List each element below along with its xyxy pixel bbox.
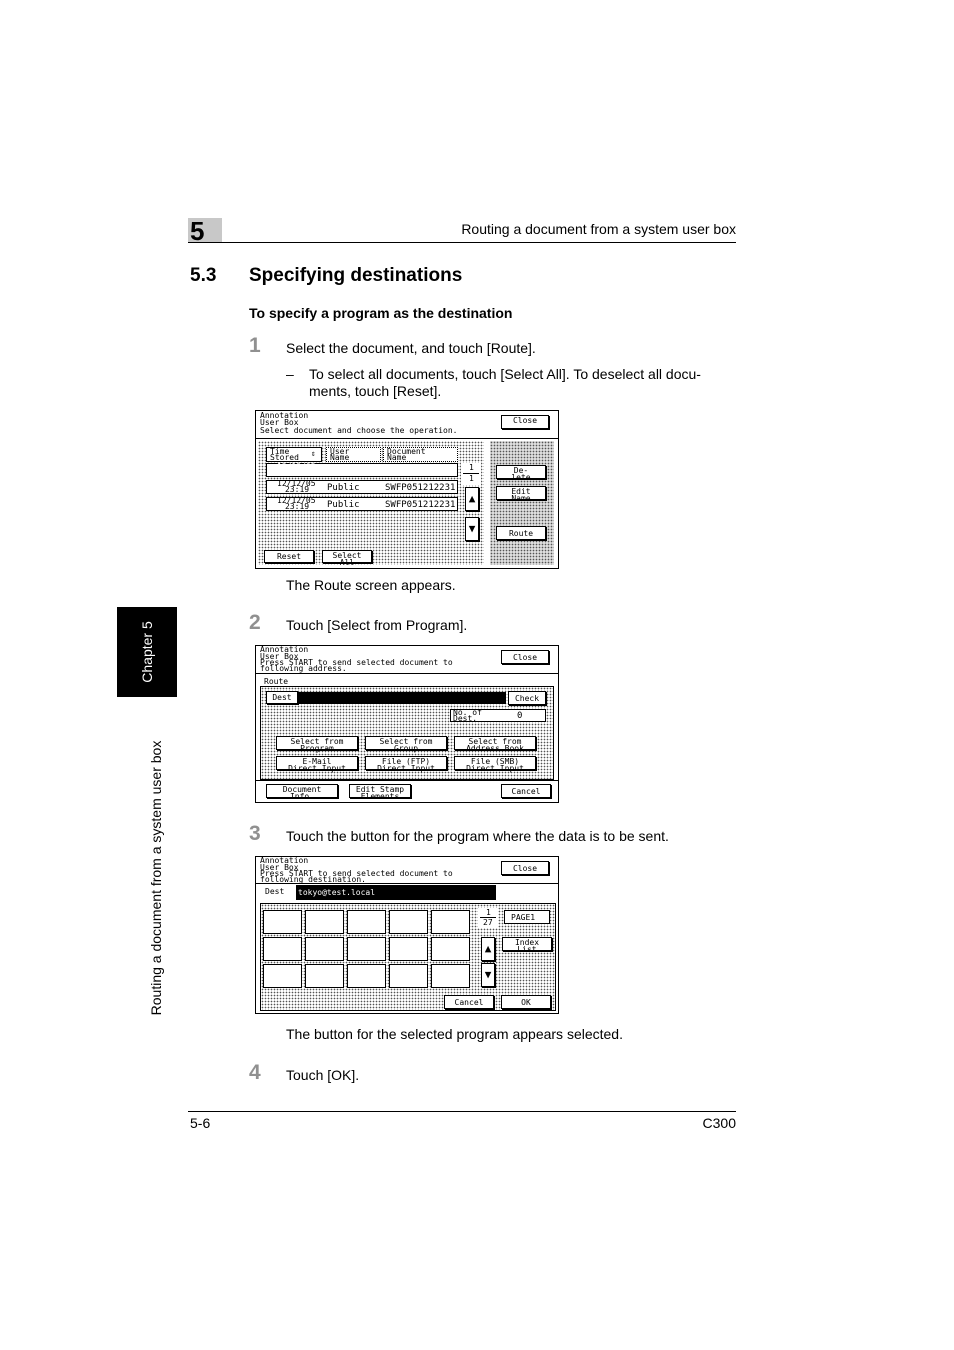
- result-text: The button for the selected program appe…: [286, 1026, 623, 1042]
- program-button[interactable]: [263, 964, 302, 988]
- reset-button[interactable]: Reset: [264, 550, 314, 563]
- scroll-up-button[interactable]: ▲: [465, 487, 479, 511]
- screen-instruction: Select document and choose the operation…: [260, 426, 458, 435]
- edit-stamp-elements-button[interactable]: Edit Stamp Elements: [349, 784, 411, 801]
- bullet-dash: –: [286, 366, 294, 382]
- chapter-tab-label: Chapter 5: [139, 621, 155, 683]
- operation-panel: [490, 441, 554, 565]
- scroll-down-button[interactable]: ▼: [465, 517, 479, 541]
- number-of-dest: No. of Dest. 0: [450, 709, 546, 723]
- step-text: Select the document, and touch [Route].: [286, 340, 536, 356]
- program-button[interactable]: [431, 964, 470, 988]
- program-button[interactable]: [305, 937, 344, 961]
- program-button[interactable]: [389, 937, 428, 961]
- program-button[interactable]: [347, 937, 386, 961]
- scroll-down-button[interactable]: ▼: [481, 963, 495, 987]
- subheading: To specify a program as the destination: [249, 305, 513, 321]
- header-rule: [188, 242, 736, 243]
- program-button[interactable]: [305, 910, 344, 934]
- ok-button[interactable]: OK: [501, 995, 551, 1009]
- column-document-name: Document Name: [383, 447, 458, 462]
- select-all-button[interactable]: Select All: [322, 550, 372, 567]
- program-button[interactable]: [389, 910, 428, 934]
- bullet-text-line2: ments, touch [Reset].: [309, 383, 442, 399]
- step-number: 4: [249, 1061, 261, 1084]
- section-number: 5.3: [190, 265, 217, 286]
- footer-rule: [188, 1111, 736, 1112]
- cancel-button[interactable]: Cancel: [501, 784, 551, 798]
- dest-field[interactable]: tokyo@test.local: [296, 885, 496, 900]
- document-info-button[interactable]: Document Info.: [266, 784, 338, 801]
- result-text: The Route screen appears.: [286, 577, 456, 593]
- program-button[interactable]: [431, 937, 470, 961]
- column-time-stored[interactable]: Time Stored ⇕: [266, 447, 322, 462]
- ftp-direct-input-button[interactable]: File (FTP) Direct Input: [365, 756, 447, 773]
- program-button[interactable]: [389, 964, 428, 988]
- arrow-up-icon: ▲: [468, 492, 476, 505]
- side-running-title: Routing a document from a system user bo…: [148, 740, 164, 1016]
- section-title: Specifying destinations: [249, 265, 463, 286]
- page-number: 5-6: [190, 1115, 211, 1131]
- scroll-up-button[interactable]: ▲: [481, 937, 495, 961]
- smb-direct-input-button[interactable]: File (SMB) Direct Input: [454, 756, 536, 773]
- program-button[interactable]: [263, 937, 302, 961]
- column-user-name: User Name: [326, 447, 381, 462]
- route-button[interactable]: Route: [496, 526, 546, 540]
- close-button[interactable]: Close: [501, 650, 549, 664]
- program-button[interactable]: [347, 964, 386, 988]
- table-row[interactable]: 12/12/05 23:19 Public SWFP051212231: [266, 497, 458, 511]
- route-label: Route: [264, 677, 289, 686]
- close-button[interactable]: Close: [501, 415, 549, 429]
- step-number: 3: [249, 822, 261, 845]
- email-direct-input-button[interactable]: E-Mail Direct Input: [276, 756, 358, 773]
- model-name: C300: [702, 1115, 736, 1131]
- screenshot-route: Annotation User Box Press START to send …: [255, 645, 559, 803]
- cancel-button[interactable]: Cancel: [444, 995, 494, 1009]
- dest-field[interactable]: [298, 692, 506, 704]
- select-from-group-button[interactable]: Select from Group: [365, 736, 447, 753]
- program-button[interactable]: [431, 910, 470, 934]
- program-button[interactable]: [347, 910, 386, 934]
- arrow-down-icon: ▼: [468, 522, 476, 535]
- dest-label: Dest: [266, 691, 298, 704]
- step-number: 2: [249, 611, 261, 634]
- bullet-text-line1: To select all documents, touch [Select A…: [309, 366, 701, 382]
- program-button[interactable]: [305, 964, 344, 988]
- page-label: PAGE1: [504, 910, 550, 924]
- delete-button[interactable]: De-lete: [496, 465, 546, 482]
- program-button-pg-01[interactable]: pg-01: [263, 910, 302, 934]
- running-title: Routing a document from a system user bo…: [461, 221, 736, 237]
- select-from-address-book-button[interactable]: Select from Address Book: [454, 736, 536, 753]
- select-from-program-button[interactable]: Select from Program: [276, 736, 358, 753]
- close-button[interactable]: Close: [501, 861, 549, 875]
- edit-name-button[interactable]: Edit Name: [496, 486, 546, 503]
- step-text: Touch [OK].: [286, 1067, 360, 1083]
- step-text: Touch the button for the program where t…: [286, 828, 669, 844]
- page-indicator: 1 27: [478, 908, 498, 928]
- page-indicator: 1 1: [461, 463, 481, 485]
- step-number: 1: [249, 334, 261, 357]
- table-row[interactable]: 12/12/05 23:19 Public SWFP051212231: [266, 480, 458, 494]
- screen-instruction-2: following address.: [260, 664, 347, 673]
- index-list-button[interactable]: Index List: [502, 937, 552, 954]
- screenshot-program-select: Annotation User Box Press START to send …: [255, 856, 559, 1014]
- check-button[interactable]: Check: [508, 691, 546, 705]
- arrow-up-icon: ▲: [484, 942, 492, 955]
- step-text: Touch [Select from Program].: [286, 617, 468, 633]
- dest-label: Dest: [265, 887, 285, 896]
- screenshot-user-box: Annotation User Box Select document and …: [255, 410, 559, 569]
- table-row[interactable]: 12/12/05 23:19 Public SWFP051212231: [266, 463, 458, 477]
- arrow-down-icon: ▼: [484, 968, 492, 981]
